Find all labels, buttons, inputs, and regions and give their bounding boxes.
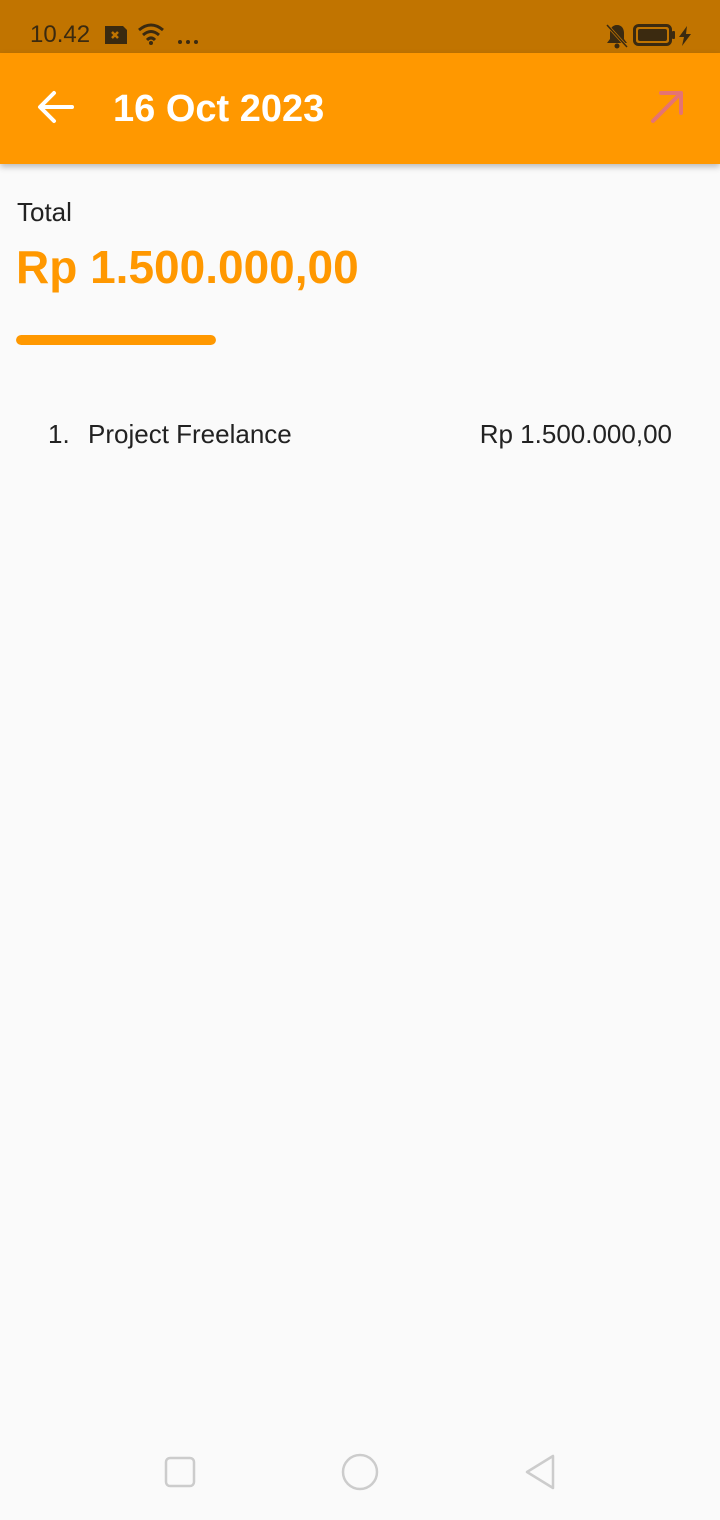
system-nav-bar — [0, 1430, 720, 1520]
total-amount: Rp 1.500.000,00 — [16, 241, 359, 293]
export-button[interactable] — [644, 86, 690, 132]
arrow-left-icon — [36, 89, 76, 130]
total-label: Total — [17, 197, 72, 227]
app-bar: 16 Oct 2023 — [0, 53, 720, 164]
arrow-up-right-icon — [649, 89, 685, 130]
charging-icon — [678, 26, 692, 51]
sim-card-icon — [101, 24, 129, 51]
home-icon — [341, 1453, 379, 1496]
back-button[interactable] — [30, 83, 82, 135]
item-amount: Rp 1.500.000,00 — [479, 418, 672, 449]
wifi-icon — [137, 22, 165, 51]
page-title: 16 Oct 2023 — [113, 88, 325, 130]
status-bar: 10.42 — [0, 0, 720, 53]
more-dots-icon — [177, 32, 199, 50]
screen: 10.42 16 Oct 2023 Total Rp 1.500.000,00 … — [0, 0, 720, 1520]
list-item[interactable]: 1. Project Freelance Rp 1.500.000,00 — [48, 412, 672, 456]
recent-apps-button[interactable] — [158, 1452, 202, 1496]
back-nav-button[interactable] — [518, 1452, 562, 1496]
total-progress-bar — [16, 335, 216, 345]
item-name: Project Freelance — [88, 418, 292, 449]
income-list: 1. Project Freelance Rp 1.500.000,00 — [48, 412, 672, 456]
item-index: 1. — [48, 418, 70, 449]
home-button[interactable] — [338, 1452, 382, 1496]
total-progress-fill — [16, 335, 216, 345]
battery-icon — [633, 24, 677, 51]
recent-apps-icon — [164, 1456, 196, 1493]
bell-off-icon — [605, 23, 629, 54]
back-triangle-icon — [523, 1454, 557, 1495]
status-time: 10.42 — [30, 21, 91, 48]
